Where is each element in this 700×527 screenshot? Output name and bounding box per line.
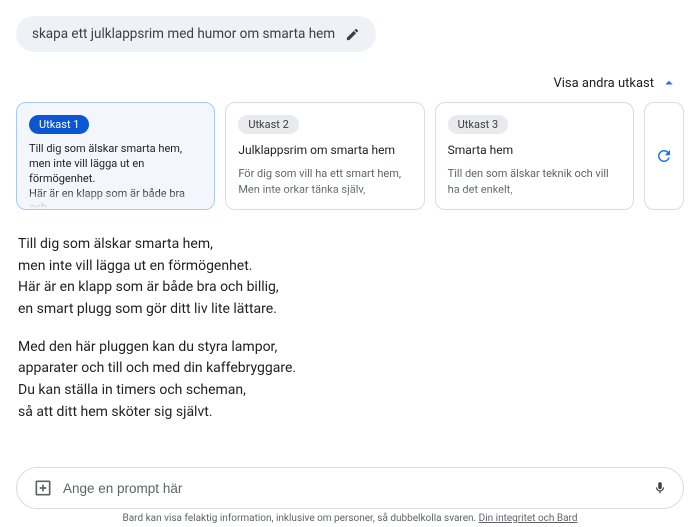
prompt-input-bar — [16, 467, 684, 509]
draft-badge: Utkast 3 — [448, 115, 508, 134]
chevron-up-icon — [660, 74, 678, 92]
show-drafts-toggle[interactable]: Visa andra utkast — [16, 74, 684, 92]
draft-preview-title: Julklappsrim om smarta hem — [238, 142, 411, 158]
disclaimer: Bard kan visa felaktig information, inkl… — [0, 513, 700, 524]
answer-paragraph: Till dig som älskar smarta hem, men inte… — [18, 234, 684, 321]
mic-icon[interactable] — [653, 481, 667, 495]
draft-card-3[interactable]: Utkast 3 Smarta hem Till den som älskar … — [435, 102, 634, 210]
draft-card-2[interactable]: Utkast 2 Julklappsrim om smarta hem För … — [225, 102, 424, 210]
draft-card-1[interactable]: Utkast 1 Till dig som älskar smarta hem,… — [16, 102, 215, 210]
draft-preview-body: För dig som vill ha ett smart hem, Men i… — [238, 166, 411, 197]
privacy-link[interactable]: Din integritet och Bard — [479, 513, 578, 524]
draft-badge: Utkast 1 — [29, 115, 89, 134]
prompt-chip[interactable]: skapa ett julklappsrim med humor om smar… — [16, 16, 376, 52]
answer-paragraph: Med den här pluggen kan du styra lampor,… — [18, 337, 684, 424]
show-drafts-label: Visa andra utkast — [553, 76, 654, 91]
prompt-input[interactable] — [63, 481, 643, 496]
draft-badge: Utkast 2 — [238, 115, 298, 134]
regenerate-drafts-button[interactable] — [644, 102, 684, 210]
answer-body: Till dig som älskar smarta hem, men inte… — [16, 234, 684, 424]
draft-preview-title: Smarta hem — [448, 142, 621, 158]
refresh-icon — [655, 147, 673, 165]
edit-icon — [345, 27, 360, 42]
upload-image-icon[interactable] — [33, 478, 53, 498]
drafts-row: Utkast 1 Till dig som älskar smarta hem,… — [16, 102, 684, 210]
disclaimer-text: Bard kan visa felaktig information, inkl… — [123, 513, 479, 524]
prompt-text: skapa ett julklappsrim med humor om smar… — [32, 26, 335, 42]
draft-preview-body: Till den som älskar teknik och vill ha d… — [448, 166, 621, 197]
draft-preview-text: Till dig som älskar smarta hem, men inte… — [29, 142, 202, 210]
